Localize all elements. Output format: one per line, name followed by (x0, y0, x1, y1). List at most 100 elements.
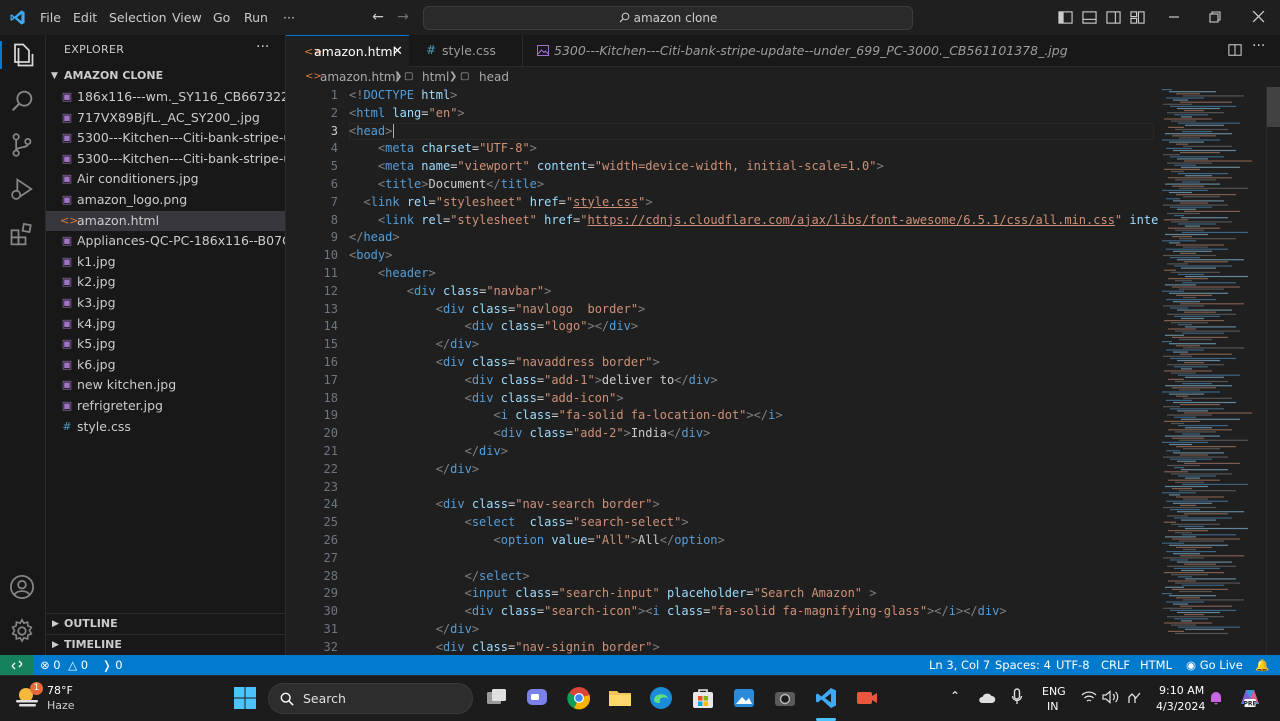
code-line[interactable]: <i class="fa-solid fa-location-dot"></i> (349, 408, 783, 422)
code-line[interactable]: <div class="add-icon"> (349, 391, 624, 405)
code-line[interactable]: <div class="search-icon"><i class="fa-so… (349, 604, 1007, 618)
code-line[interactable]: </div> (349, 622, 479, 636)
speaker-volume-icon[interactable] (1102, 690, 1120, 704)
code-line[interactable]: <html lang="en"> (349, 106, 465, 120)
code-line[interactable]: </head> (349, 230, 400, 244)
code-line[interactable]: <head> (349, 123, 395, 138)
code-line[interactable]: </div> (349, 462, 479, 476)
manage-gear-icon[interactable] (8, 617, 36, 645)
code-line[interactable]: <div class="navlogo border"> (349, 302, 646, 316)
vscode-logo-icon[interactable] (9, 9, 26, 26)
toggle-primary-sidebar-icon[interactable] (1058, 10, 1073, 25)
camera-app-icon[interactable] (772, 685, 798, 711)
file-item[interactable]: ▣ 5300---Kitchen---Citi-bank-stripe-up... (46, 149, 285, 169)
battery-charging-icon[interactable] (1125, 689, 1143, 705)
menu-view[interactable]: View (172, 0, 202, 35)
toggle-panel-icon[interactable] (1082, 10, 1097, 25)
code-line[interactable]: </div> (349, 444, 508, 458)
code-line[interactable]: <div class="nav-search border"> (349, 497, 660, 511)
ports-indicator[interactable]: ❭ 0 (102, 655, 123, 675)
code-line[interactable]: <div class="navaddress border"> (349, 355, 660, 369)
task-view-icon[interactable] (484, 685, 510, 711)
code-line[interactable]: <title>Document</title> (349, 177, 544, 191)
command-center-search[interactable]: amazon clone (423, 6, 913, 30)
notifications-bell-icon[interactable]: 🔔 (1255, 655, 1269, 675)
back-arrow-icon[interactable]: ← (369, 8, 387, 26)
microphone-icon[interactable] (1011, 688, 1023, 706)
code-line[interactable]: <meta charset="UTF-8"> (349, 141, 537, 155)
code-line[interactable]: <meta name="viewport" content="width=dev… (349, 159, 884, 173)
cursor-position[interactable]: Ln 3, Col 7 (929, 655, 990, 675)
explorer-files-icon[interactable] (8, 41, 36, 69)
folder-header[interactable]: ▼ AMAZON CLONE (46, 66, 285, 86)
code-line[interactable]: <input class="search-input" placeholder=… (349, 586, 877, 600)
explorer-more-actions[interactable]: ··· (256, 39, 269, 55)
file-item[interactable]: <> amazon.html (46, 210, 285, 231)
copilot-pre-icon[interactable]: PRE (1238, 687, 1262, 709)
close-tab-icon[interactable]: ✕ (392, 36, 403, 67)
close-window-icon[interactable] (1252, 10, 1265, 23)
code-line[interactable]: <link rel="stylesheet" href="https://cdn… (349, 213, 1158, 227)
tab-style-css[interactable]: # style.css (410, 35, 523, 66)
file-explorer-icon[interactable] (607, 685, 633, 711)
clock-date[interactable]: 4/3/2024 (1156, 700, 1205, 713)
photos-app-icon[interactable] (731, 685, 757, 711)
file-item[interactable]: ▣ new kitchen.jpg (46, 375, 285, 395)
tab-kitchen-image[interactable]: 5300---Kitchen---Citi-bank-stripe-update… (523, 35, 1068, 66)
code-line[interactable]: <header> (349, 266, 436, 280)
chat-app-icon[interactable] (524, 685, 550, 711)
file-item[interactable]: ▣ k4.jpg (46, 314, 285, 334)
breadcrumb-head[interactable]: head (479, 67, 509, 87)
restore-icon[interactable] (1209, 11, 1221, 23)
code-line[interactable]: </div> (349, 337, 479, 351)
file-item[interactable]: ▣ k6.jpg (46, 355, 285, 375)
file-item[interactable]: ▣ k3.jpg (46, 293, 285, 313)
forward-arrow-icon[interactable]: → (394, 8, 412, 26)
timeline-section[interactable]: ▶ TIMELINE (46, 635, 285, 655)
code-editor[interactable]: 1 <!DOCTYPE html> 2 <html lang="en"> 3 <head>… (286, 87, 1280, 655)
code-line[interactable]: <body> (349, 248, 392, 262)
toggle-secondary-sidebar-icon[interactable] (1106, 10, 1121, 25)
code-line[interactable]: <link rel="stylesheet" href="style.css"> (349, 195, 652, 209)
file-item[interactable]: ▣ 717VX89BjfL._AC_SY200_.jpg (46, 108, 285, 128)
vertical-scrollbar-thumb[interactable] (1267, 87, 1280, 127)
encoding[interactable]: UTF-8 (1056, 655, 1090, 675)
vertical-scrollbar-track[interactable] (1266, 87, 1280, 655)
onedrive-cloud-icon[interactable] (978, 690, 996, 706)
code-line[interactable]: <!DOCTYPE html> (349, 88, 457, 102)
weather-widget[interactable]: 1 78°F Haze (14, 682, 75, 716)
file-item[interactable]: # style.css (46, 417, 285, 437)
tab-amazon-html[interactable]: <> amazon.html ✕ (286, 35, 409, 67)
notification-bell-icon[interactable] (1208, 690, 1224, 706)
split-editor-icon[interactable] (1228, 43, 1242, 57)
code-line[interactable]: <div class="nav-signin border"> (349, 640, 660, 654)
minimap[interactable] (1154, 87, 1266, 655)
extensions-icon[interactable] (8, 221, 36, 249)
code-line[interactable]: <option value="All">All</option> (349, 533, 725, 547)
customize-layout-icon[interactable] (1130, 10, 1145, 25)
accounts-icon[interactable] (8, 573, 36, 601)
source-control-icon[interactable] (8, 131, 36, 159)
code-line[interactable]: </select> (349, 569, 530, 583)
menu-more[interactable]: ··· (283, 0, 295, 35)
code-line[interactable]: <div class="navbar"> (349, 284, 552, 298)
windows-start-icon[interactable] (233, 686, 257, 710)
edge-browser-icon[interactable] (648, 685, 674, 711)
menu-edit[interactable]: Edit (73, 0, 97, 35)
language-mode[interactable]: HTML (1140, 655, 1172, 675)
run-and-debug-icon[interactable] (8, 175, 36, 203)
menu-selection[interactable]: Selection (109, 0, 167, 35)
menu-file[interactable]: File (40, 0, 61, 35)
screen-recorder-icon[interactable] (854, 685, 880, 711)
end-of-line[interactable]: CRLF (1101, 655, 1130, 675)
code-line[interactable]: <div class="add-1">deliver to</div> (349, 373, 718, 387)
microsoft-store-icon[interactable] (690, 685, 716, 711)
menu-run[interactable]: Run (244, 0, 268, 35)
remote-indicator[interactable] (0, 655, 33, 675)
show-hidden-icons-chevron-up-icon[interactable]: ⌃ (950, 689, 960, 703)
breadcrumb-html[interactable]: html (422, 67, 449, 87)
code-line[interactable]: <div class="add-2">India</div> (349, 426, 711, 440)
more-actions-icon[interactable]: ··· (1252, 38, 1265, 54)
minimize-icon[interactable] (1168, 15, 1180, 19)
search-icon[interactable] (8, 87, 36, 115)
